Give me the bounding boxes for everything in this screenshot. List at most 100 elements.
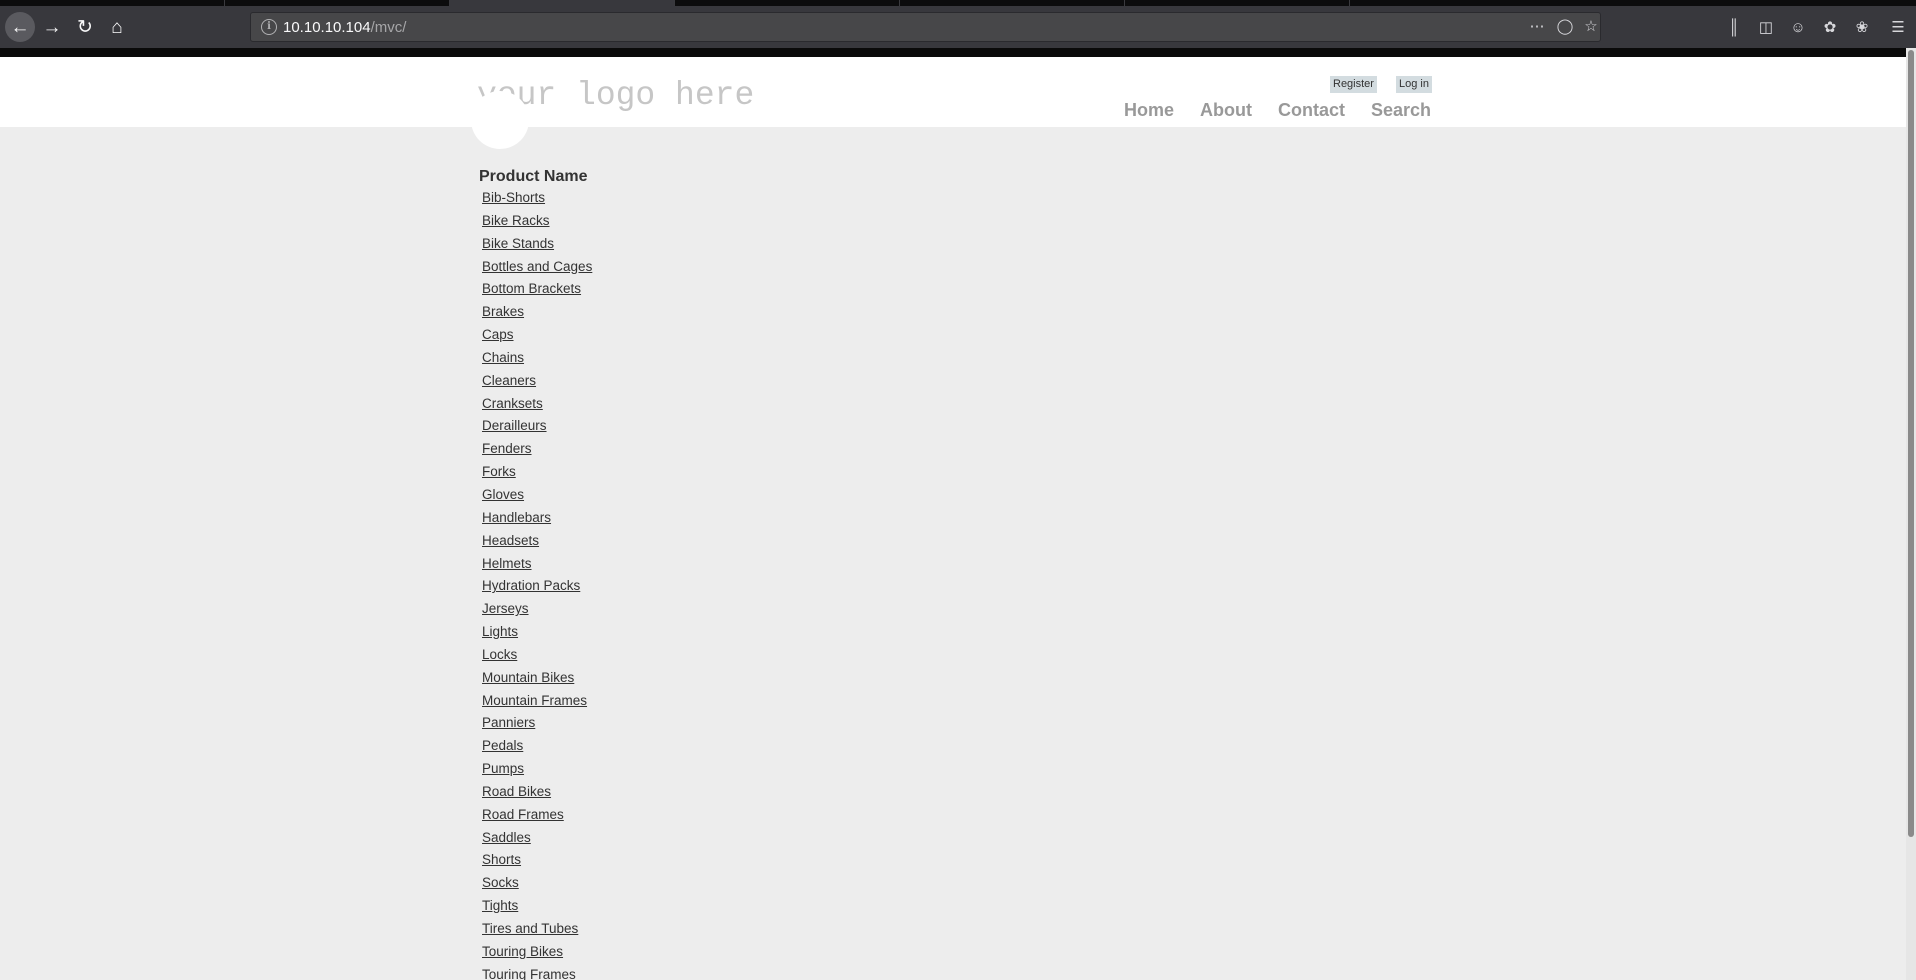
product-link[interactable]: Fenders — [482, 441, 532, 456]
register-link[interactable]: Register — [1330, 76, 1377, 93]
page-actions-icon[interactable]: ⋯ — [1526, 17, 1548, 37]
list-item: Forks — [482, 464, 592, 487]
list-item: Road Bikes — [482, 784, 592, 807]
list-item: Cranksets — [482, 396, 592, 419]
list-item: Derailleurs — [482, 418, 592, 441]
site-header: your logo here — [0, 57, 1906, 127]
product-link[interactable]: Mountain Bikes — [482, 670, 574, 685]
product-link[interactable]: Lights — [482, 624, 518, 639]
nav-search[interactable]: Search — [1371, 100, 1431, 121]
list-item: Bottom Brackets — [482, 281, 592, 304]
product-link[interactable]: Touring Bikes — [482, 944, 563, 959]
product-link[interactable]: Forks — [482, 464, 516, 479]
product-link[interactable]: Cleaners — [482, 373, 536, 388]
list-item: Cleaners — [482, 373, 592, 396]
product-link[interactable]: Mountain Frames — [482, 693, 587, 708]
product-link[interactable]: Pumps — [482, 761, 524, 776]
list-item: Pedals — [482, 738, 592, 761]
list-item: Touring Frames — [482, 967, 592, 980]
url-host: 10.10.10.104 — [283, 19, 371, 36]
menu-icon[interactable]: ☰ — [1886, 17, 1910, 39]
list-item: Bike Racks — [482, 213, 592, 236]
sidebar-icon[interactable]: ◫ — [1754, 17, 1778, 39]
list-item: Jerseys — [482, 601, 592, 624]
list-item: Socks — [482, 875, 592, 898]
scrollbar-thumb[interactable] — [1908, 50, 1914, 837]
product-link[interactable]: Derailleurs — [482, 418, 547, 433]
info-icon[interactable]: i — [261, 19, 277, 35]
product-link[interactable]: Bottom Brackets — [482, 281, 581, 296]
url-bar[interactable]: i 10.10.10.104/mvc/ ⋯ ◯ ☆ — [250, 12, 1601, 42]
product-link[interactable]: Tires and Tubes — [482, 921, 578, 936]
product-link[interactable]: Helmets — [482, 556, 532, 571]
list-item: Fenders — [482, 441, 592, 464]
product-link[interactable]: Bottles and Cages — [482, 259, 592, 274]
product-link[interactable]: Gloves — [482, 487, 524, 502]
list-item: Touring Bikes — [482, 944, 592, 967]
product-link[interactable]: Road Frames — [482, 807, 564, 822]
product-link[interactable]: Brakes — [482, 304, 524, 319]
account-icon[interactable]: ☺ — [1786, 17, 1810, 39]
list-item: Bike Stands — [482, 236, 592, 259]
product-link[interactable]: Bike Stands — [482, 236, 554, 251]
toolbar-border — [0, 48, 1916, 57]
url-path: /mvc/ — [370, 19, 407, 36]
product-list: Bib-Shorts Bike Racks Bike Stands Bottle… — [482, 190, 592, 980]
product-link[interactable]: Caps — [482, 327, 514, 342]
extension-fox-icon[interactable]: ❀ — [1850, 17, 1874, 39]
library-icon[interactable]: ║ — [1722, 17, 1746, 39]
product-link[interactable]: Chains — [482, 350, 524, 365]
product-link[interactable]: Pedals — [482, 738, 523, 753]
column-header: Product Name — [479, 168, 588, 185]
product-link[interactable]: Touring Frames — [482, 967, 576, 980]
list-item: Hydration Packs — [482, 578, 592, 601]
product-link[interactable]: Headsets — [482, 533, 539, 548]
product-link[interactable]: Jerseys — [482, 601, 529, 616]
product-link[interactable]: Shorts — [482, 852, 521, 867]
list-item: Panniers — [482, 715, 592, 738]
list-item: Caps — [482, 327, 592, 350]
url-text[interactable]: 10.10.10.104/mvc/ — [283, 19, 406, 36]
list-item: Pumps — [482, 761, 592, 784]
list-item: Bottles and Cages — [482, 259, 592, 282]
list-item: Locks — [482, 647, 592, 670]
product-link[interactable]: Socks — [482, 875, 519, 890]
list-item: Shorts — [482, 852, 592, 875]
list-item: Chains — [482, 350, 592, 373]
list-item: Gloves — [482, 487, 592, 510]
list-item: Lights — [482, 624, 592, 647]
nav-about[interactable]: About — [1200, 100, 1252, 121]
product-link[interactable]: Tights — [482, 898, 518, 913]
product-table: Product Name Bib-Shorts Bike Racks Bike … — [479, 166, 592, 980]
list-item: Mountain Bikes — [482, 670, 592, 693]
home-icon[interactable]: ⌂ — [103, 13, 131, 41]
list-item: Tights — [482, 898, 592, 921]
forward-icon[interactable]: → — [38, 13, 66, 41]
product-link[interactable]: Cranksets — [482, 396, 543, 411]
browser-toolbar: ← → ↻ ⌂ i 10.10.10.104/mvc/ ⋯ ◯ ☆ ║ ◫ ☺ … — [0, 6, 1916, 48]
logo-circle — [471, 91, 529, 149]
back-icon[interactable]: ← — [5, 12, 35, 42]
reload-icon[interactable]: ↻ — [71, 13, 99, 41]
pocket-icon[interactable]: ◯ — [1554, 17, 1576, 37]
extension-icon[interactable]: ✿ — [1818, 17, 1842, 39]
list-item: Road Frames — [482, 807, 592, 830]
product-link[interactable]: Hydration Packs — [482, 578, 580, 593]
list-item: Mountain Frames — [482, 693, 592, 716]
bookmark-star-icon[interactable]: ☆ — [1580, 17, 1602, 37]
product-link[interactable]: Bib-Shorts — [482, 190, 545, 205]
list-item: Bib-Shorts — [482, 190, 592, 213]
product-link[interactable]: Saddles — [482, 830, 531, 845]
list-item: Tires and Tubes — [482, 921, 592, 944]
product-link[interactable]: Panniers — [482, 715, 535, 730]
product-link[interactable]: Bike Racks — [482, 213, 550, 228]
list-item: Handlebars — [482, 510, 592, 533]
list-item: Brakes — [482, 304, 592, 327]
list-item: Headsets — [482, 533, 592, 556]
product-link[interactable]: Locks — [482, 647, 517, 662]
login-link[interactable]: Log in — [1396, 76, 1432, 93]
nav-contact[interactable]: Contact — [1278, 100, 1345, 121]
nav-home[interactable]: Home — [1124, 100, 1174, 121]
product-link[interactable]: Handlebars — [482, 510, 551, 525]
product-link[interactable]: Road Bikes — [482, 784, 551, 799]
